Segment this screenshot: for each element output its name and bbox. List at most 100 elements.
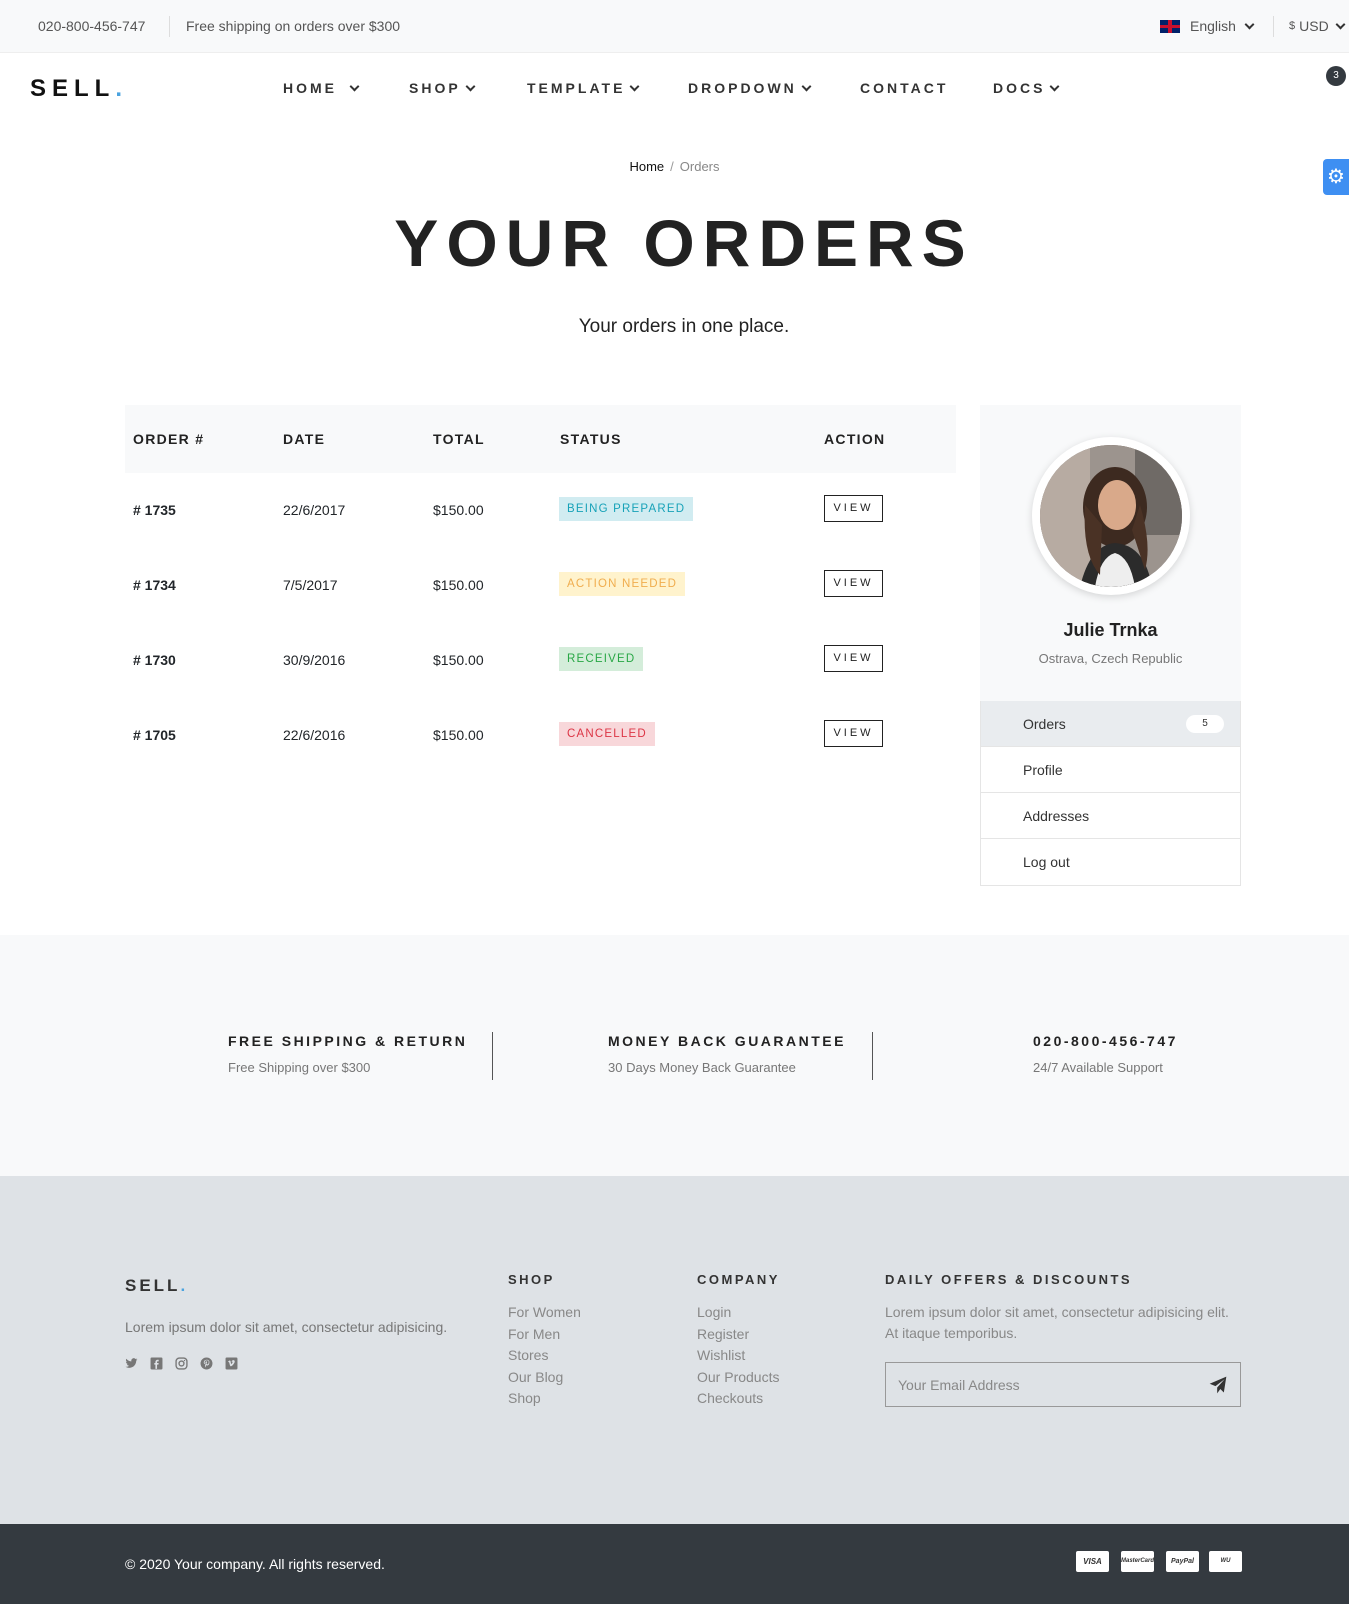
- nav-label: TEMPLATE: [527, 80, 626, 96]
- language-label: English: [1190, 18, 1236, 34]
- newsletter-section: DAILY OFFERS & DISCOUNTS Lorem ipsum dol…: [885, 1272, 1241, 1344]
- order-total: $150.00: [433, 502, 484, 518]
- chevron-down-icon: [1335, 19, 1346, 29]
- currency-symbol: $: [1289, 20, 1296, 32]
- breadcrumb-separator: /: [670, 159, 674, 174]
- profile-name: Julie Trnka: [1063, 620, 1158, 640]
- footer-link-stores[interactable]: Stores: [508, 1345, 581, 1367]
- newsletter-description-line: At itaque temporibus.: [885, 1325, 1018, 1341]
- facebook-icon[interactable]: [150, 1357, 163, 1370]
- chevron-down-icon: [629, 81, 640, 91]
- footer-link-login[interactable]: Login: [697, 1302, 780, 1324]
- column-header-date: DATE: [283, 431, 326, 447]
- column-header-total: TOTAL: [433, 431, 485, 447]
- sidebar-item-logout[interactable]: Log out: [981, 839, 1240, 885]
- view-order-button[interactable]: VIEW: [824, 720, 883, 747]
- uk-flag-icon: [1160, 19, 1180, 33]
- chevron-down-icon: [349, 81, 360, 91]
- nav-template[interactable]: TEMPLATE: [527, 80, 640, 96]
- features-band: FREE SHIPPING & RETURN Free Shipping ove…: [0, 935, 1349, 1176]
- footer-column-title: COMPANY: [697, 1272, 780, 1287]
- language-selector[interactable]: English: [1160, 18, 1255, 34]
- status-badge: CANCELLED: [559, 722, 655, 746]
- footer-link-for-women[interactable]: For Women: [508, 1302, 581, 1324]
- footer-link-shop[interactable]: Shop: [508, 1388, 581, 1410]
- feature-money-back: MONEY BACK GUARANTEE 30 Days Money Back …: [608, 1033, 846, 1075]
- footer-link-checkouts[interactable]: Checkouts: [697, 1388, 780, 1410]
- page-subtitle: Your orders in one place.: [578, 316, 790, 337]
- currency-selector[interactable]: $ USD: [1289, 18, 1346, 34]
- table-row: # 1730 30/9/2016 $150.00 RECEIVED VIEW: [125, 623, 956, 698]
- chevron-down-icon: [1050, 81, 1060, 91]
- status-badge: RECEIVED: [559, 647, 644, 671]
- status-badge: BEING PREPARED: [559, 497, 694, 521]
- footer-link-our-blog[interactable]: Our Blog: [508, 1367, 581, 1389]
- twitter-icon[interactable]: [125, 1357, 138, 1370]
- nav-shop[interactable]: SHOP: [409, 80, 476, 96]
- order-number: # 1730: [133, 652, 176, 668]
- nav-label: HOME: [283, 80, 337, 96]
- instagram-icon[interactable]: [175, 1357, 188, 1370]
- currency-label: USD: [1299, 18, 1329, 34]
- profile-location: Ostrava, Czech Republic: [1038, 651, 1183, 666]
- view-order-button[interactable]: VIEW: [824, 495, 883, 522]
- status-badge: ACTION NEEDED: [559, 572, 686, 596]
- sidebar-item-label: Addresses: [1023, 808, 1090, 824]
- table-row: # 1735 22/6/2017 $150.00 BEING PREPARED …: [125, 473, 956, 548]
- send-icon[interactable]: [1208, 1375, 1228, 1395]
- order-number: # 1705: [133, 727, 176, 743]
- table-row: # 1734 7/5/2017 $150.00 ACTION NEEDED VI…: [125, 548, 956, 623]
- logo-text: SELL: [30, 75, 116, 102]
- avatar-frame: [1032, 437, 1190, 595]
- social-links: [125, 1357, 238, 1370]
- order-date: 22/6/2016: [283, 727, 346, 743]
- order-number: # 1734: [133, 577, 176, 593]
- nav-dropdown[interactable]: DROPDOWN: [688, 80, 812, 96]
- newsletter-description-line: Lorem ipsum dolor sit amet, consectetur …: [885, 1304, 1229, 1320]
- avatar-portrait: [1040, 445, 1182, 587]
- table-row: # 1705 22/6/2016 $150.00 CANCELLED VIEW: [125, 698, 956, 773]
- order-total: $150.00: [433, 652, 484, 668]
- column-header-order: ORDER #: [133, 431, 205, 447]
- email-field[interactable]: [886, 1363, 1186, 1406]
- order-total: $150.00: [433, 577, 484, 593]
- vimeo-icon[interactable]: [225, 1357, 238, 1370]
- footer-link-for-men[interactable]: For Men: [508, 1324, 581, 1346]
- footer-link-our-products[interactable]: Our Products: [697, 1367, 780, 1389]
- view-order-button[interactable]: VIEW: [824, 645, 883, 672]
- nav-home[interactable]: HOME: [283, 80, 360, 96]
- nav-docs[interactable]: DOCS: [993, 80, 1060, 96]
- profile-card: Julie Trnka Ostrava, Czech Republic: [980, 405, 1241, 701]
- footer-link-wishlist[interactable]: Wishlist: [697, 1345, 780, 1367]
- order-number: # 1735: [133, 502, 176, 518]
- breadcrumb-home[interactable]: Home: [629, 159, 664, 174]
- footer-company-column: COMPANY Login Register Wishlist Our Prod…: [697, 1272, 780, 1410]
- nav-label: SHOP: [409, 80, 461, 96]
- topbar-divider: [1273, 16, 1274, 37]
- topbar-phone: 020-800-456-747: [38, 18, 146, 34]
- paypal-icon: PayPal: [1166, 1551, 1199, 1572]
- feature-support: 020-800-456-747 24/7 Available Support: [1033, 1033, 1178, 1075]
- footer-link-register[interactable]: Register: [697, 1324, 780, 1346]
- order-date: 7/5/2017: [283, 577, 338, 593]
- sidebar-item-orders[interactable]: Orders 5: [981, 701, 1240, 747]
- cart-count-badge[interactable]: 3: [1326, 66, 1346, 86]
- sidebar-item-profile[interactable]: Profile: [981, 747, 1240, 793]
- feature-subtitle: Free Shipping over $300: [228, 1060, 371, 1075]
- nav-contact[interactable]: CONTACT: [860, 80, 948, 96]
- feature-title: FREE SHIPPING & RETURN: [228, 1033, 468, 1049]
- feature-title: MONEY BACK GUARANTEE: [608, 1033, 846, 1049]
- orders-table-header: ORDER # DATE TOTAL STATUS ACTION: [125, 405, 956, 473]
- view-order-button[interactable]: VIEW: [824, 570, 883, 597]
- pinterest-icon[interactable]: [200, 1357, 213, 1370]
- account-menu: Orders 5 Profile Addresses Log out: [980, 701, 1241, 886]
- avatar: [1040, 445, 1182, 587]
- sidebar-item-addresses[interactable]: Addresses: [981, 793, 1240, 839]
- logo-text: SELL: [125, 1276, 181, 1295]
- footer-shop-column: SHOP For Women For Men Stores Our Blog S…: [508, 1272, 581, 1410]
- order-total: $150.00: [433, 727, 484, 743]
- footer-column-title: SHOP: [508, 1272, 555, 1287]
- chevron-down-icon: [801, 81, 812, 91]
- footer-logo[interactable]: SELL.: [125, 1276, 188, 1296]
- site-logo[interactable]: SELL.: [30, 75, 128, 103]
